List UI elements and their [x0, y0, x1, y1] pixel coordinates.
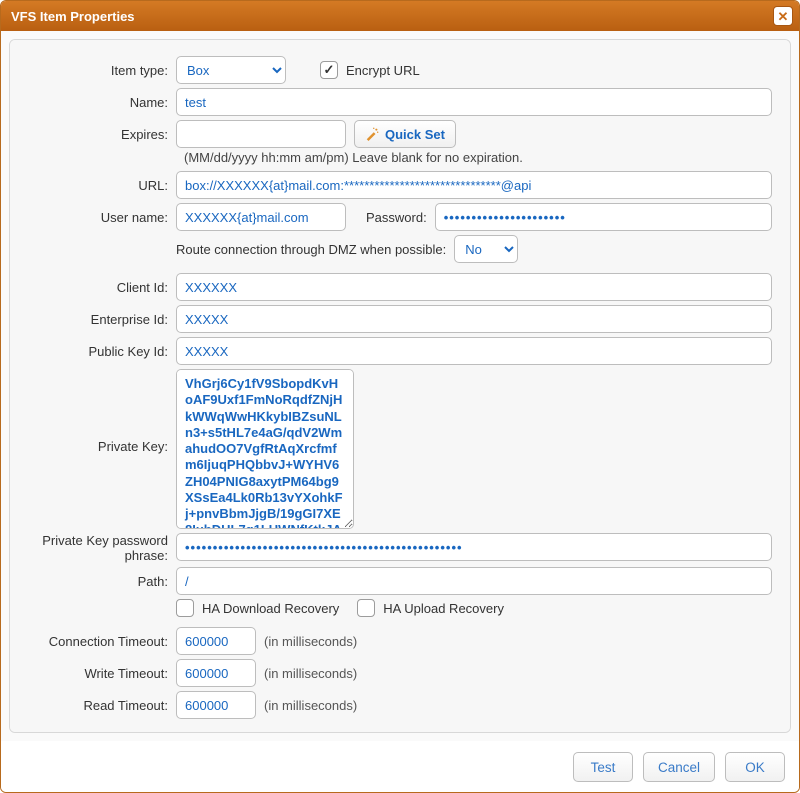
- hint-ms-3: (in milliseconds): [264, 698, 357, 713]
- expires-input[interactable]: [176, 120, 346, 148]
- quick-set-label: Quick Set: [385, 127, 445, 142]
- encrypt-url-checkbox[interactable]: ✓: [320, 61, 338, 79]
- quick-set-button[interactable]: Quick Set: [354, 120, 456, 148]
- ha-upload-checkbox[interactable]: [357, 599, 375, 617]
- label-client-id: Client Id:: [28, 280, 176, 295]
- dialog-footer: Test Cancel OK: [1, 741, 799, 792]
- hint-ms-1: (in milliseconds): [264, 634, 357, 649]
- ok-button[interactable]: OK: [725, 752, 785, 782]
- label-name: Name:: [28, 95, 176, 110]
- wand-icon: [365, 127, 379, 141]
- label-password: Password:: [366, 210, 427, 225]
- enterprise-id-input[interactable]: [176, 305, 772, 333]
- conn-timeout-input[interactable]: [176, 627, 256, 655]
- write-timeout-input[interactable]: [176, 659, 256, 687]
- label-user-name: User name:: [28, 210, 176, 225]
- label-item-type: Item type:: [28, 63, 176, 78]
- public-key-id-input[interactable]: [176, 337, 772, 365]
- label-enterprise-id: Enterprise Id:: [28, 312, 176, 327]
- client-id-input[interactable]: [176, 273, 772, 301]
- expires-hint: (MM/dd/yyyy hh:mm am/pm) Leave blank for…: [184, 150, 772, 165]
- dialog-body: Item type: Box ✓ Encrypt URL Name:: [1, 31, 799, 741]
- hint-ms-2: (in milliseconds): [264, 666, 357, 681]
- password-input[interactable]: [435, 203, 772, 231]
- label-ha-download: HA Download Recovery: [202, 601, 339, 616]
- close-button[interactable]: ✕: [773, 6, 793, 26]
- label-read-timeout: Read Timeout:: [28, 698, 176, 713]
- label-write-timeout: Write Timeout:: [28, 666, 176, 681]
- route-dmz-select[interactable]: No: [454, 235, 518, 263]
- ha-download-checkbox[interactable]: [176, 599, 194, 617]
- label-pk-passphrase: Private Key password phrase:: [28, 533, 176, 563]
- label-expires: Expires:: [28, 127, 176, 142]
- label-path: Path:: [28, 574, 176, 589]
- url-input[interactable]: [176, 171, 772, 199]
- cancel-button[interactable]: Cancel: [643, 752, 715, 782]
- form-panel: Item type: Box ✓ Encrypt URL Name:: [9, 39, 791, 733]
- label-conn-timeout: Connection Timeout:: [28, 634, 176, 649]
- label-ha-upload: HA Upload Recovery: [383, 601, 504, 616]
- label-encrypt-url: Encrypt URL: [346, 63, 420, 78]
- label-private-key: Private Key:: [28, 369, 176, 454]
- user-name-input[interactable]: [176, 203, 346, 231]
- label-route-dmz: Route connection through DMZ when possib…: [176, 242, 446, 257]
- label-url: URL:: [28, 178, 176, 193]
- label-public-key-id: Public Key Id:: [28, 344, 176, 359]
- test-button[interactable]: Test: [573, 752, 633, 782]
- close-icon: ✕: [778, 10, 789, 23]
- titlebar: VFS Item Properties ✕: [1, 1, 799, 31]
- vfs-item-properties-dialog: VFS Item Properties ✕ Item type: Box ✓ E…: [0, 0, 800, 793]
- item-type-select[interactable]: Box: [176, 56, 286, 84]
- dialog-title: VFS Item Properties: [11, 9, 135, 24]
- read-timeout-input[interactable]: [176, 691, 256, 719]
- name-input[interactable]: [176, 88, 772, 116]
- path-input[interactable]: [176, 567, 772, 595]
- pk-passphrase-input[interactable]: [176, 533, 772, 561]
- private-key-textarea[interactable]: [176, 369, 354, 529]
